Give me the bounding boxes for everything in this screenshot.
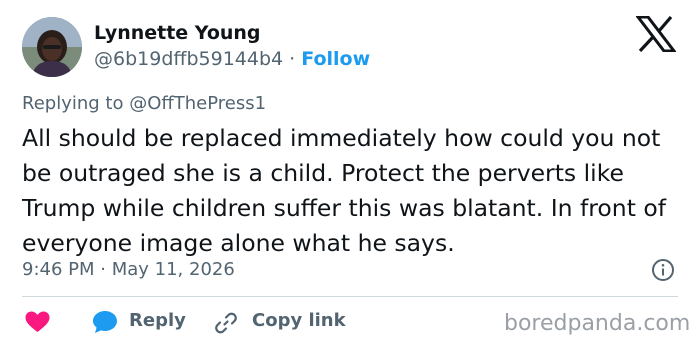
tweet-date: May 11, 2026 xyxy=(111,259,235,280)
heart-icon[interactable] xyxy=(25,311,50,333)
replying-mention[interactable]: @OffThePress1 xyxy=(129,93,266,114)
author-handle[interactable]: @6b19dffb59144b4 xyxy=(94,48,283,70)
replying-to: Replying to @OffThePress1 xyxy=(22,93,266,114)
link-icon[interactable] xyxy=(214,311,238,335)
follow-button[interactable]: Follow xyxy=(301,48,370,70)
info-icon[interactable] xyxy=(651,258,675,282)
reply-button[interactable]: Reply xyxy=(129,310,186,331)
watermark: boredpanda.com xyxy=(504,311,691,336)
author-name[interactable]: Lynnette Young xyxy=(94,22,261,44)
divider xyxy=(22,296,678,297)
tweet-text: All should be replaced immediately how c… xyxy=(22,124,667,257)
tweet-timestamp[interactable]: 9:46 PM · May 11, 2026 xyxy=(22,259,235,280)
avatar-image xyxy=(22,17,82,77)
x-logo-icon[interactable] xyxy=(636,16,676,52)
tweet-time: 9:46 PM xyxy=(22,259,95,280)
replying-prefix: Replying to xyxy=(22,93,130,114)
author-handle-line: @6b19dffb59144b4 · Follow xyxy=(94,48,370,70)
avatar[interactable] xyxy=(22,17,82,77)
handle-separator: · xyxy=(283,48,302,70)
reply-bubble-icon[interactable] xyxy=(92,310,118,334)
copy-link-button[interactable]: Copy link xyxy=(252,310,346,331)
date-separator: · xyxy=(94,259,112,280)
